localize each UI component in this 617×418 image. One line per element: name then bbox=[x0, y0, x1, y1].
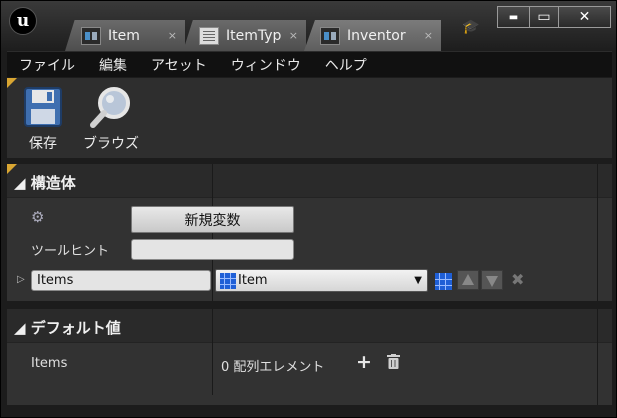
document-icon bbox=[199, 26, 219, 45]
member-name-input[interactable]: Items bbox=[31, 270, 211, 291]
struct-panel: ◢ 構造体 ⚙ 新規変数 ツールヒント ▷ Items Item ▼ ✖ bbox=[7, 164, 612, 301]
column-divider bbox=[212, 309, 213, 343]
array-container-icon[interactable] bbox=[435, 273, 452, 290]
move-down-button[interactable] bbox=[481, 270, 503, 290]
scroll-divider bbox=[597, 309, 598, 405]
struct-icon bbox=[81, 26, 101, 45]
close-icon: ✕ bbox=[578, 9, 591, 25]
save-label: 保存 bbox=[29, 136, 57, 152]
menu-file[interactable]: ファイル bbox=[19, 55, 75, 75]
defaults-panel: ◢ デフォルト値 Items 0 配列エレメント + bbox=[7, 309, 612, 405]
struct-panel-header[interactable]: ◢ 構造体 bbox=[7, 164, 612, 198]
maximize-button[interactable]: ▭ bbox=[529, 6, 559, 28]
browse-button[interactable]: ブラウズ bbox=[83, 86, 139, 153]
menu-bar: ファイル 編集 アセット ウィンドウ ヘルプ bbox=[7, 51, 612, 77]
arrow-down-icon bbox=[486, 276, 498, 287]
maximize-icon: ▭ bbox=[537, 9, 551, 25]
magnifier-icon bbox=[90, 87, 130, 128]
member-name: Items bbox=[37, 273, 74, 288]
tooltip-label: ツールヒント bbox=[31, 244, 110, 259]
tab-item[interactable]: Item × bbox=[65, 20, 185, 51]
close-icon[interactable]: × bbox=[168, 29, 177, 42]
chevron-down-icon: ▼ bbox=[414, 275, 422, 286]
expand-arrow-icon[interactable]: ▷ bbox=[17, 274, 25, 285]
toolbar: 保存 ブラウズ bbox=[7, 78, 612, 158]
close-icon[interactable]: × bbox=[424, 29, 433, 42]
corner-marker bbox=[7, 78, 17, 88]
column-divider bbox=[212, 343, 213, 395]
new-variable-button[interactable]: 新規変数 bbox=[131, 206, 294, 233]
tab-itemtype[interactable]: ItemTyp × bbox=[183, 20, 306, 51]
defaults-panel-header[interactable]: ◢ デフォルト値 bbox=[7, 309, 612, 343]
close-icon[interactable]: × bbox=[289, 29, 298, 42]
tooltip-input[interactable] bbox=[131, 239, 294, 260]
delete-member-icon[interactable]: ✖ bbox=[511, 270, 524, 289]
tab-label: Inventor bbox=[347, 27, 406, 44]
title-bar: u Item × ItemTyp × Inventor × 🎓 ▬ ▭ ✕ bbox=[1, 1, 616, 51]
panel-title: ◢ 構造体 bbox=[14, 174, 76, 192]
tab-label: Item bbox=[108, 27, 140, 44]
trash-icon[interactable] bbox=[387, 354, 400, 369]
tab-label: ItemTyp bbox=[226, 27, 282, 44]
default-row-name: Items bbox=[31, 356, 68, 371]
close-window-button[interactable]: ✕ bbox=[558, 6, 611, 28]
menu-window[interactable]: ウィンドウ bbox=[231, 55, 301, 75]
menu-asset[interactable]: アセット bbox=[151, 55, 207, 75]
new-variable-label: 新規変数 bbox=[184, 212, 241, 229]
column-divider bbox=[212, 164, 213, 198]
struct-icon bbox=[320, 26, 340, 45]
menu-help[interactable]: ヘルプ bbox=[325, 55, 367, 75]
scroll-divider bbox=[597, 164, 598, 301]
panel-title: ◢ デフォルト値 bbox=[14, 319, 121, 337]
browse-label: ブラウズ bbox=[83, 136, 139, 152]
defaults-title: デフォルト値 bbox=[30, 319, 121, 337]
menu-edit[interactable]: 編集 bbox=[99, 55, 127, 75]
move-up-button[interactable] bbox=[457, 270, 479, 290]
array-type-icon bbox=[220, 272, 236, 289]
graduation-cap-icon[interactable]: 🎓 bbox=[461, 19, 481, 35]
member-type-label: Item bbox=[238, 273, 268, 288]
member-type-dropdown[interactable]: Item ▼ bbox=[215, 269, 428, 292]
struct-editor-window: u Item × ItemTyp × Inventor × 🎓 ▬ ▭ ✕ ファ… bbox=[0, 0, 617, 418]
arrow-up-icon bbox=[462, 274, 474, 285]
unreal-logo-icon: u bbox=[9, 7, 37, 35]
save-icon bbox=[24, 87, 62, 127]
corner-marker bbox=[7, 164, 17, 174]
struct-title: 構造体 bbox=[30, 174, 76, 192]
add-element-icon[interactable]: + bbox=[356, 351, 372, 373]
minimize-button[interactable]: ▬ bbox=[497, 6, 530, 28]
minimize-icon: ▬ bbox=[508, 11, 519, 23]
save-button[interactable]: 保存 bbox=[23, 86, 63, 153]
tab-inventory[interactable]: Inventor × bbox=[304, 20, 441, 51]
gears-icon: ⚙ bbox=[31, 208, 45, 226]
array-element-count: 0 配列エレメント bbox=[221, 360, 325, 375]
